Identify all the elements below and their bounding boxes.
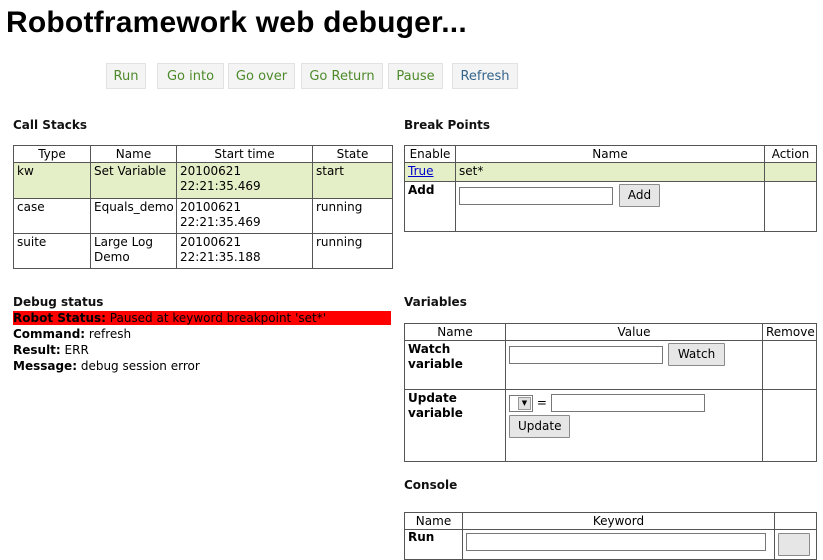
watch-variable-input[interactable]	[509, 345, 663, 364]
stack-start-time: 20100621 22:21:35.469	[176, 162, 313, 199]
break-points-heading: Break Points	[404, 118, 491, 132]
update-variable-input[interactable]	[550, 394, 705, 412]
page-title: Robotframework web debuger...	[6, 6, 467, 39]
table-header-row: Name Keyword	[404, 512, 817, 530]
robot-status-label: Robot Status:	[13, 311, 106, 325]
console-run-label: Run	[404, 529, 463, 560]
go-into-button[interactable]: Go into	[157, 63, 224, 89]
call-stacks-table: Type Name Start time State kw Set Variab…	[13, 145, 393, 269]
breakpoint-name-input[interactable]	[459, 186, 613, 205]
equals-sign: =	[536, 395, 547, 410]
go-over-button[interactable]: Go over	[228, 63, 295, 89]
message-value: debug session error	[80, 359, 200, 373]
column-header-name: Name	[404, 512, 463, 530]
watch-variable-label: Watch variable	[404, 340, 506, 390]
column-header-blank	[774, 512, 817, 530]
command-line: Command: refresh	[13, 327, 131, 342]
break-points-table: Enable Name Action True set* Add Add	[404, 145, 817, 232]
result-label: Result:	[13, 343, 61, 357]
stack-start-time: 20100621 22:21:35.188	[176, 233, 313, 269]
stack-name: Equals_demo	[90, 198, 177, 234]
watch-variable-row: Watch variable Watch	[404, 340, 817, 390]
stack-name: Set Variable	[90, 162, 177, 199]
stack-type: suite	[13, 233, 91, 269]
table-row: True set*	[404, 162, 817, 182]
stack-type: case	[13, 198, 91, 234]
stack-name: Large Log Demo	[90, 233, 177, 269]
column-header-name: Name	[404, 323, 506, 341]
command-value: refresh	[88, 327, 132, 341]
robot-status-value: Paused at keyword breakpoint 'set*'	[109, 311, 327, 325]
update-button[interactable]: Update	[509, 415, 571, 438]
console-run-button[interactable]	[778, 533, 810, 556]
variable-select[interactable]: ▼	[509, 394, 533, 412]
update-variable-row: Update variable ▼ = Update	[404, 389, 817, 462]
column-header-value: Value	[505, 323, 763, 341]
result-line: Result: ERR	[13, 343, 89, 358]
table-header-row: Type Name Start time State	[13, 145, 393, 163]
stack-state: running	[312, 198, 393, 234]
console-heading: Console	[404, 478, 458, 492]
breakpoint-name: set*	[455, 162, 765, 182]
stack-state: running	[312, 233, 393, 269]
console-table: Name Keyword Run	[404, 512, 817, 560]
column-header-enable: Enable	[404, 145, 456, 163]
go-return-button[interactable]: Go Return	[301, 63, 383, 89]
message-line: Message: debug session error	[13, 359, 200, 374]
debug-status-heading: Debug status	[13, 295, 104, 309]
result-value: ERR	[64, 343, 89, 357]
message-label: Message:	[13, 359, 77, 373]
console-keyword-input[interactable]	[466, 533, 766, 551]
breakpoint-action	[764, 162, 817, 182]
update-variable-label: Update variable	[404, 389, 506, 462]
table-row[interactable]: kw Set Variable 20100621 22:21:35.469 st…	[13, 162, 393, 199]
column-header-remove: Remove	[762, 323, 817, 341]
stack-state: start	[312, 162, 393, 199]
add-breakpoint-row: Add Add	[404, 181, 817, 232]
watch-button[interactable]: Watch	[667, 343, 726, 366]
column-header-state: State	[312, 145, 393, 163]
add-breakpoint-label: Add	[404, 181, 456, 232]
variables-table: Name Value Remove Watch variable Watch U…	[404, 323, 817, 462]
breakpoint-enable-toggle[interactable]: True	[408, 164, 434, 178]
pause-button[interactable]: Pause	[388, 63, 443, 89]
table-header-row: Enable Name Action	[404, 145, 817, 163]
dropdown-arrow-icon: ▼	[518, 396, 531, 410]
column-header-action: Action	[764, 145, 817, 163]
stack-start-time: 20100621 22:21:35.469	[176, 198, 313, 234]
run-button[interactable]: Run	[106, 63, 146, 89]
console-run-row: Run	[404, 529, 817, 560]
add-breakpoint-button[interactable]: Add	[618, 184, 661, 207]
stack-type: kw	[13, 162, 91, 199]
column-header-type: Type	[13, 145, 91, 163]
call-stacks-heading: Call Stacks	[13, 118, 88, 132]
column-header-name: Name	[90, 145, 177, 163]
table-row[interactable]: case Equals_demo 20100621 22:21:35.469 r…	[13, 198, 393, 234]
command-label: Command:	[13, 327, 86, 341]
robot-status-bar: Robot Status: Paused at keyword breakpoi…	[13, 311, 391, 325]
column-header-start-time: Start time	[176, 145, 313, 163]
table-header-row: Name Value Remove	[404, 323, 817, 341]
column-header-keyword: Keyword	[462, 512, 775, 530]
table-row[interactable]: suite Large Log Demo 20100621 22:21:35.1…	[13, 233, 393, 269]
column-header-name: Name	[455, 145, 765, 163]
refresh-button[interactable]: Refresh	[452, 63, 518, 89]
variables-heading: Variables	[404, 295, 467, 309]
